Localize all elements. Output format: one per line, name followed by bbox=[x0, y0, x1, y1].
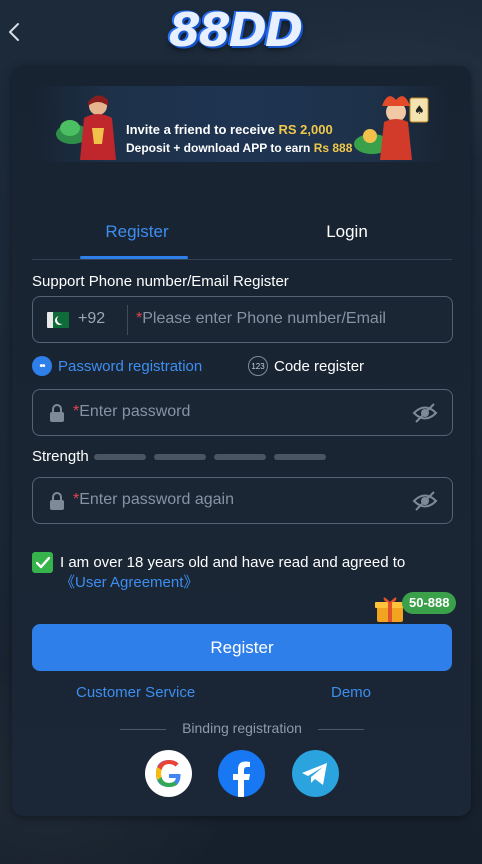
woman-figure-illustration bbox=[56, 95, 116, 160]
facebook-login-button[interactable] bbox=[218, 750, 265, 797]
telegram-login-button[interactable] bbox=[292, 750, 339, 797]
customer-service-link[interactable]: Customer Service bbox=[76, 684, 195, 701]
facebook-icon bbox=[233, 761, 250, 797]
user-agreement-link[interactable]: 《User Agreement》 bbox=[60, 574, 198, 591]
eye-off-icon[interactable] bbox=[412, 490, 438, 512]
lock-icon bbox=[50, 492, 64, 510]
strength-label: Strength bbox=[32, 448, 89, 465]
code-register-label: Code register bbox=[274, 357, 365, 375]
agree-checkbox[interactable] bbox=[32, 552, 53, 573]
svg-text:♠: ♠ bbox=[414, 103, 425, 117]
promo-banner[interactable]: ♠ Invite a friend to receive RS 2,000 De… bbox=[36, 86, 448, 162]
password-dots-icon: •• bbox=[32, 356, 52, 376]
banner-subline: Deposit + download APP to earn Rs 888 bbox=[126, 141, 353, 155]
code-register-option[interactable]: 123 Code register bbox=[248, 355, 388, 377]
binding-registration-label: Binding registration bbox=[182, 720, 302, 736]
tab-register[interactable]: Register bbox=[32, 210, 242, 258]
demo-link[interactable]: Demo bbox=[331, 684, 371, 701]
google-icon bbox=[156, 760, 181, 787]
divider-line-right bbox=[318, 729, 364, 730]
tab-login[interactable]: Login bbox=[242, 210, 452, 258]
agreement-row: I am over 18 years old and have read and… bbox=[32, 550, 452, 594]
agreement-text: I am over 18 years old and have read and… bbox=[60, 554, 406, 591]
pakistan-flag-icon[interactable] bbox=[47, 312, 69, 328]
strength-bar-1 bbox=[94, 454, 146, 460]
phone-email-field[interactable]: +92 *Please enter Phone number/Email bbox=[32, 296, 453, 343]
numeric-code-icon: 123 bbox=[248, 356, 268, 376]
binding-registration-divider: Binding registration bbox=[120, 719, 364, 739]
active-tab-indicator bbox=[80, 256, 188, 259]
password-again-input[interactable]: *Enter password again bbox=[73, 491, 234, 509]
register-card bbox=[12, 66, 471, 816]
strength-bar-2 bbox=[154, 454, 206, 460]
telegram-icon bbox=[302, 763, 327, 785]
password-again-field[interactable]: *Enter password again bbox=[32, 477, 453, 524]
back-button[interactable] bbox=[4, 18, 24, 46]
gift-icon bbox=[375, 597, 405, 622]
support-label: Support Phone number/Email Register bbox=[32, 273, 289, 290]
gift-bonus-label: 50-888 bbox=[402, 592, 457, 614]
auth-tabs: Register Login bbox=[32, 210, 452, 260]
logo: 88DD bbox=[168, 3, 303, 57]
lock-icon bbox=[50, 404, 64, 422]
checkmark-icon bbox=[35, 556, 50, 568]
eye-off-icon[interactable] bbox=[412, 402, 438, 424]
banner-headline: Invite a friend to receive RS 2,000 bbox=[126, 122, 333, 137]
google-login-button[interactable] bbox=[145, 750, 192, 797]
password-input[interactable]: *Enter password bbox=[73, 403, 190, 421]
strength-bar-3 bbox=[214, 454, 266, 460]
country-code[interactable]: +92 bbox=[78, 310, 105, 328]
password-field[interactable]: *Enter password bbox=[32, 389, 453, 436]
chevron-left-icon bbox=[9, 23, 19, 41]
top-bar: 88DD bbox=[0, 0, 482, 62]
field-divider bbox=[127, 305, 128, 335]
register-button[interactable]: Register bbox=[32, 624, 452, 671]
gift-bonus-badge[interactable]: 50-888 bbox=[374, 592, 460, 626]
jester-figure-illustration: ♠ bbox=[354, 96, 429, 160]
phone-email-input[interactable]: *Please enter Phone number/Email bbox=[136, 310, 386, 328]
password-registration-option[interactable]: •• Password registration bbox=[32, 355, 212, 377]
strength-bar-4 bbox=[274, 454, 326, 460]
password-registration-label: Password registration bbox=[58, 357, 203, 375]
